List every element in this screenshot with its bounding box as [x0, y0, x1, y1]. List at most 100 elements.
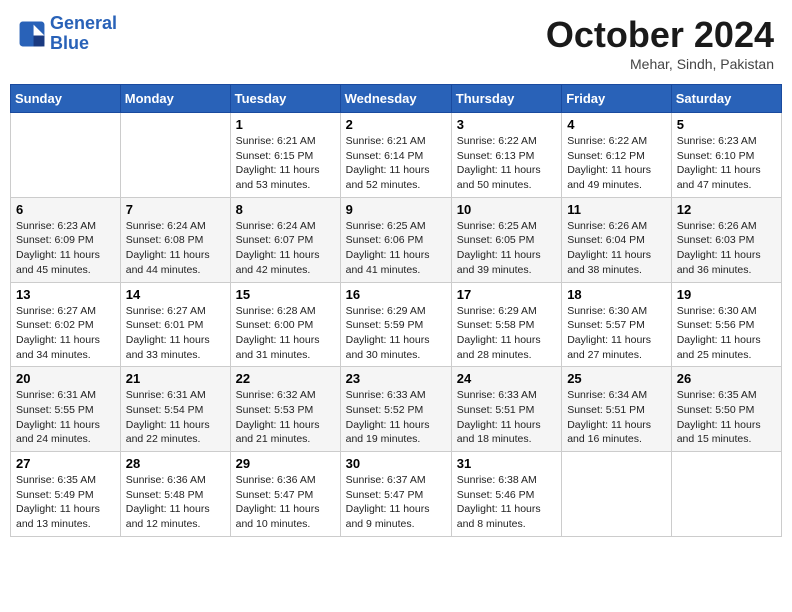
- day-info: Sunrise: 6:28 AM Sunset: 6:00 PM Dayligh…: [236, 304, 335, 363]
- calendar-cell: 12 Sunrise: 6:26 AM Sunset: 6:03 PM Dayli…: [671, 197, 781, 282]
- day-number: 11: [567, 202, 666, 217]
- calendar-cell: 17 Sunrise: 6:29 AM Sunset: 5:58 PM Dayli…: [451, 282, 561, 367]
- day-number: 21: [126, 371, 225, 386]
- day-info: Sunrise: 6:38 AM Sunset: 5:46 PM Dayligh…: [457, 473, 556, 532]
- day-number: 5: [677, 117, 776, 132]
- day-number: 20: [16, 371, 115, 386]
- day-info: Sunrise: 6:27 AM Sunset: 6:01 PM Dayligh…: [126, 304, 225, 363]
- day-number: 6: [16, 202, 115, 217]
- day-number: 16: [346, 287, 446, 302]
- weekday-header-tuesday: Tuesday: [230, 85, 340, 113]
- calendar-week-4: 20 Sunrise: 6:31 AM Sunset: 5:55 PM Dayli…: [11, 367, 782, 452]
- calendar-cell: 29Sunrise: 6:36 AM Sunset: 5:47 PM Dayli…: [230, 452, 340, 537]
- day-info: Sunrise: 6:23 AM Sunset: 6:09 PM Dayligh…: [16, 219, 115, 278]
- calendar-cell: [120, 113, 230, 198]
- day-info: Sunrise: 6:34 AM Sunset: 5:51 PM Dayligh…: [567, 388, 666, 447]
- calendar-cell: 6 Sunrise: 6:23 AM Sunset: 6:09 PM Daylig…: [11, 197, 121, 282]
- calendar-cell: 7Sunrise: 6:24 AM Sunset: 6:08 PM Daylig…: [120, 197, 230, 282]
- day-number: 10: [457, 202, 556, 217]
- day-info: Sunrise: 6:36 AM Sunset: 5:48 PM Dayligh…: [126, 473, 225, 532]
- calendar-cell: 18Sunrise: 6:30 AM Sunset: 5:57 PM Dayli…: [562, 282, 672, 367]
- calendar-cell: 3Sunrise: 6:22 AM Sunset: 6:13 PM Daylig…: [451, 113, 561, 198]
- day-number: 31: [457, 456, 556, 471]
- day-info: Sunrise: 6:31 AM Sunset: 5:54 PM Dayligh…: [126, 388, 225, 447]
- logo-icon: [18, 20, 46, 48]
- day-info: Sunrise: 6:21 AM Sunset: 6:15 PM Dayligh…: [236, 134, 335, 193]
- calendar-cell: 14 Sunrise: 6:27 AM Sunset: 6:01 PM Dayli…: [120, 282, 230, 367]
- day-number: 28: [126, 456, 225, 471]
- weekday-header-friday: Friday: [562, 85, 672, 113]
- day-number: 13: [16, 287, 115, 302]
- day-number: 25: [567, 371, 666, 386]
- calendar-cell: [671, 452, 781, 537]
- location: Mehar, Sindh, Pakistan: [546, 56, 774, 72]
- day-number: 8: [236, 202, 335, 217]
- day-info: Sunrise: 6:35 AM Sunset: 5:49 PM Dayligh…: [16, 473, 115, 532]
- calendar-cell: 15 Sunrise: 6:28 AM Sunset: 6:00 PM Dayli…: [230, 282, 340, 367]
- day-info: Sunrise: 6:33 AM Sunset: 5:52 PM Dayligh…: [346, 388, 446, 447]
- day-info: Sunrise: 6:30 AM Sunset: 5:56 PM Dayligh…: [677, 304, 776, 363]
- logo-line2: Blue: [50, 33, 89, 53]
- weekday-header-sunday: Sunday: [11, 85, 121, 113]
- calendar-cell: 16 Sunrise: 6:29 AM Sunset: 5:59 PM Dayli…: [340, 282, 451, 367]
- month-title: October 2024: [546, 14, 774, 56]
- calendar-week-3: 13Sunrise: 6:27 AM Sunset: 6:02 PM Dayli…: [11, 282, 782, 367]
- calendar-cell: 8 Sunrise: 6:24 AM Sunset: 6:07 PM Daylig…: [230, 197, 340, 282]
- day-info: Sunrise: 6:25 AM Sunset: 6:05 PM Dayligh…: [457, 219, 556, 278]
- day-number: 4: [567, 117, 666, 132]
- day-info: Sunrise: 6:29 AM Sunset: 5:58 PM Dayligh…: [457, 304, 556, 363]
- calendar-cell: 23Sunrise: 6:33 AM Sunset: 5:52 PM Dayli…: [340, 367, 451, 452]
- day-number: 1: [236, 117, 335, 132]
- calendar-cell: 21 Sunrise: 6:31 AM Sunset: 5:54 PM Dayli…: [120, 367, 230, 452]
- day-number: 12: [677, 202, 776, 217]
- day-number: 22: [236, 371, 335, 386]
- calendar-week-2: 6 Sunrise: 6:23 AM Sunset: 6:09 PM Daylig…: [11, 197, 782, 282]
- day-number: 18: [567, 287, 666, 302]
- day-number: 30: [346, 456, 446, 471]
- calendar-cell: 25 Sunrise: 6:34 AM Sunset: 5:51 PM Dayli…: [562, 367, 672, 452]
- day-info: Sunrise: 6:25 AM Sunset: 6:06 PM Dayligh…: [346, 219, 446, 278]
- calendar-week-5: 27 Sunrise: 6:35 AM Sunset: 5:49 PM Dayli…: [11, 452, 782, 537]
- calendar-cell: 10 Sunrise: 6:25 AM Sunset: 6:05 PM Dayli…: [451, 197, 561, 282]
- day-info: Sunrise: 6:32 AM Sunset: 5:53 PM Dayligh…: [236, 388, 335, 447]
- weekday-header-wednesday: Wednesday: [340, 85, 451, 113]
- day-info: Sunrise: 6:29 AM Sunset: 5:59 PM Dayligh…: [346, 304, 446, 363]
- day-info: Sunrise: 6:37 AM Sunset: 5:47 PM Dayligh…: [346, 473, 446, 532]
- day-number: 17: [457, 287, 556, 302]
- calendar-week-1: 1 Sunrise: 6:21 AM Sunset: 6:15 PM Daylig…: [11, 113, 782, 198]
- day-number: 14: [126, 287, 225, 302]
- title-block: October 2024 Mehar, Sindh, Pakistan: [546, 14, 774, 72]
- day-info: Sunrise: 6:26 AM Sunset: 6:03 PM Dayligh…: [677, 219, 776, 278]
- day-info: Sunrise: 6:23 AM Sunset: 6:10 PM Dayligh…: [677, 134, 776, 193]
- day-info: Sunrise: 6:33 AM Sunset: 5:51 PM Dayligh…: [457, 388, 556, 447]
- day-number: 27: [16, 456, 115, 471]
- day-number: 15: [236, 287, 335, 302]
- calendar-cell: [562, 452, 672, 537]
- calendar-table: SundayMondayTuesdayWednesdayThursdayFrid…: [10, 84, 782, 537]
- day-info: Sunrise: 6:24 AM Sunset: 6:07 PM Dayligh…: [236, 219, 335, 278]
- calendar-cell: 2Sunrise: 6:21 AM Sunset: 6:14 PM Daylig…: [340, 113, 451, 198]
- calendar-cell: [11, 113, 121, 198]
- day-number: 9: [346, 202, 446, 217]
- weekday-header-monday: Monday: [120, 85, 230, 113]
- day-info: Sunrise: 6:24 AM Sunset: 6:08 PM Dayligh…: [126, 219, 225, 278]
- calendar-cell: 31 Sunrise: 6:38 AM Sunset: 5:46 PM Dayli…: [451, 452, 561, 537]
- calendar-cell: 11Sunrise: 6:26 AM Sunset: 6:04 PM Dayli…: [562, 197, 672, 282]
- logo-line1: General: [50, 13, 117, 33]
- calendar-cell: 27 Sunrise: 6:35 AM Sunset: 5:49 PM Dayli…: [11, 452, 121, 537]
- page-header: General Blue October 2024 Mehar, Sindh, …: [10, 10, 782, 76]
- calendar-cell: 9 Sunrise: 6:25 AM Sunset: 6:06 PM Daylig…: [340, 197, 451, 282]
- calendar-cell: 28 Sunrise: 6:36 AM Sunset: 5:48 PM Dayli…: [120, 452, 230, 537]
- calendar-cell: 4 Sunrise: 6:22 AM Sunset: 6:12 PM Daylig…: [562, 113, 672, 198]
- weekday-header-saturday: Saturday: [671, 85, 781, 113]
- calendar-header-row: SundayMondayTuesdayWednesdayThursdayFrid…: [11, 85, 782, 113]
- day-number: 2: [346, 117, 446, 132]
- day-number: 19: [677, 287, 776, 302]
- day-info: Sunrise: 6:31 AM Sunset: 5:55 PM Dayligh…: [16, 388, 115, 447]
- calendar-cell: 19 Sunrise: 6:30 AM Sunset: 5:56 PM Dayli…: [671, 282, 781, 367]
- day-info: Sunrise: 6:22 AM Sunset: 6:12 PM Dayligh…: [567, 134, 666, 193]
- logo: General Blue: [18, 14, 117, 54]
- calendar-cell: 20 Sunrise: 6:31 AM Sunset: 5:55 PM Dayli…: [11, 367, 121, 452]
- calendar-cell: 24Sunrise: 6:33 AM Sunset: 5:51 PM Dayli…: [451, 367, 561, 452]
- calendar-cell: 30 Sunrise: 6:37 AM Sunset: 5:47 PM Dayli…: [340, 452, 451, 537]
